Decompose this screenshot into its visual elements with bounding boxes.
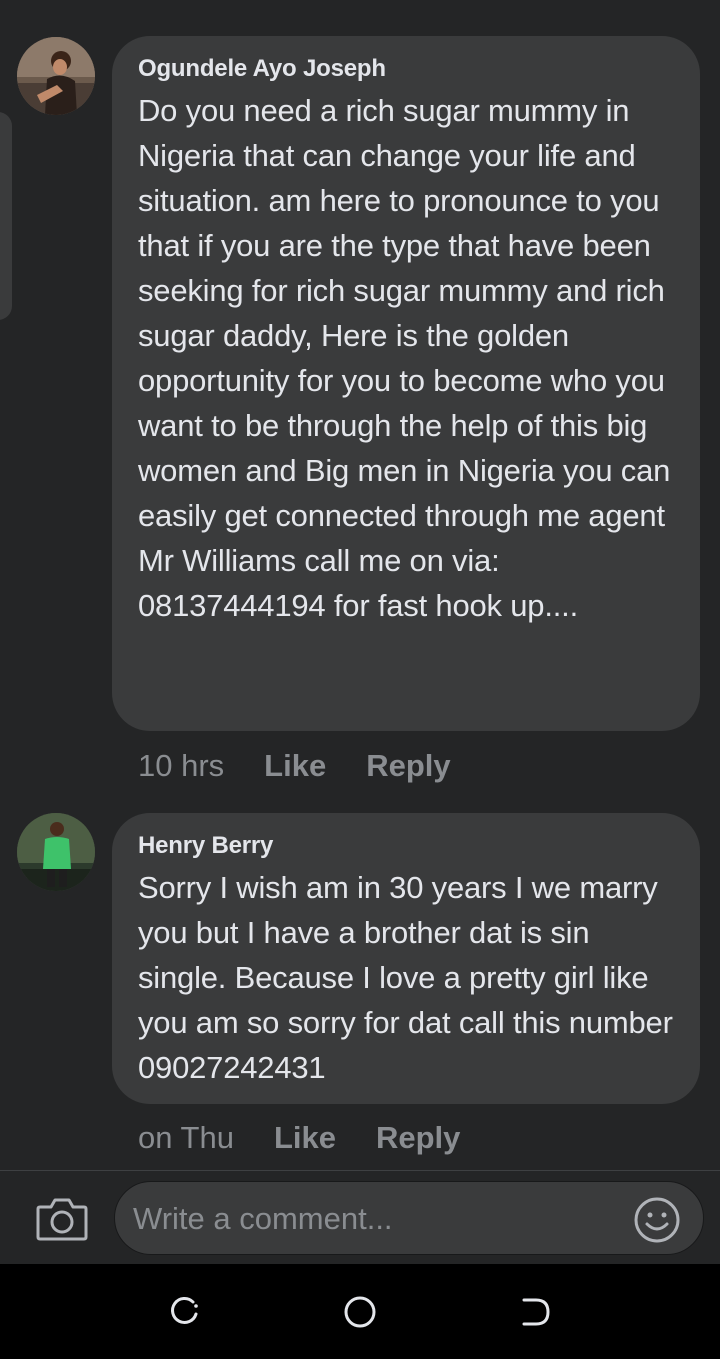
side-panel-handle[interactable] bbox=[0, 112, 12, 320]
comment-input-box[interactable] bbox=[114, 1181, 704, 1256]
comment-bubble: Ogundele Ayo Joseph Do you need a rich s… bbox=[112, 36, 700, 731]
home-icon[interactable] bbox=[342, 1294, 378, 1330]
reply-button[interactable]: Reply bbox=[366, 748, 450, 784]
comment-author[interactable]: Ogundele Ayo Joseph bbox=[138, 54, 674, 84]
comment-actions: 10 hrs Like Reply bbox=[138, 748, 451, 784]
camera-icon[interactable] bbox=[36, 1197, 88, 1241]
comment-time[interactable]: 10 hrs bbox=[138, 748, 224, 784]
top-cutoff-content bbox=[270, 0, 450, 2]
avatar[interactable] bbox=[17, 37, 95, 115]
emoji-icon[interactable] bbox=[633, 1196, 681, 1244]
comment-actions: on Thu Like Reply bbox=[138, 1120, 460, 1156]
comment-author[interactable]: Henry Berry bbox=[138, 831, 674, 861]
comments-screen: Ogundele Ayo Joseph Do you need a rich s… bbox=[0, 0, 720, 1359]
like-button[interactable]: Like bbox=[274, 1120, 336, 1156]
comment-time[interactable]: on Thu bbox=[138, 1120, 234, 1156]
comment-composer bbox=[0, 1171, 720, 1264]
comment-text: Do you need a rich sugar mummy in Nigeri… bbox=[138, 93, 671, 623]
reply-button[interactable]: Reply bbox=[376, 1120, 460, 1156]
avatar[interactable] bbox=[17, 813, 95, 891]
comment-bubble: Henry Berry Sorry I wish am in 30 years … bbox=[112, 813, 700, 1104]
comment-text: Sorry I wish am in 30 years I we marry y… bbox=[138, 870, 673, 1085]
like-button[interactable]: Like bbox=[264, 748, 326, 784]
comment-input[interactable] bbox=[131, 1182, 615, 1256]
recent-apps-icon[interactable] bbox=[166, 1294, 202, 1330]
back-icon[interactable] bbox=[518, 1294, 554, 1330]
system-navigation-bar bbox=[0, 1264, 720, 1359]
